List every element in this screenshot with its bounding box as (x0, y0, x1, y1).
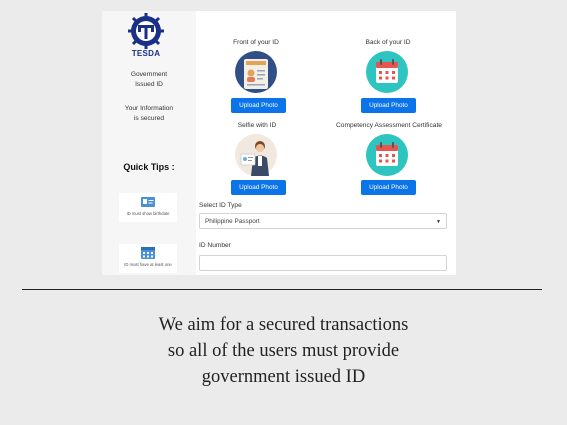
upload-front-button[interactable]: Upload Photo (231, 98, 286, 113)
secure-line2: is secured (133, 115, 165, 122)
sidebar: TESDA Government Issued ID Your Informat… (102, 11, 196, 275)
caption-line-3: government issued ID (201, 367, 366, 387)
tip-card-birthdate: ID must show birthdate (119, 193, 177, 222)
gov-id-text: Government Issued ID (106, 70, 192, 90)
id-type-select[interactable]: Philippine Passport ▼ (199, 213, 447, 229)
id-card-icon (235, 51, 277, 93)
secure-text: Your Information is secured (106, 104, 192, 124)
certificate-label: Competency Assessment Certificate (336, 122, 442, 129)
tip-card-validity: ID must have at least one (119, 244, 177, 273)
upload-back-button[interactable]: Upload Photo (361, 98, 416, 113)
chevron-down-icon: ▼ (436, 219, 441, 225)
back-id-label: Back of your ID (365, 39, 411, 46)
caption-line-1: We aim for a secured transactions (158, 315, 409, 335)
upload-certificate-button[interactable]: Upload Photo (361, 180, 416, 195)
front-id-label: Front of your ID (233, 39, 279, 46)
id-card-icon (141, 197, 155, 207)
upload-selfie-button[interactable]: Upload Photo (231, 180, 286, 195)
calendar-icon (141, 247, 155, 259)
tip-caption: ID must have at least one (124, 262, 172, 267)
calendar-icon (366, 134, 408, 176)
screenshot-panel: TESDA Government Issued ID Your Informat… (102, 11, 456, 275)
id-number-input[interactable] (199, 255, 447, 271)
selfie-icon (235, 134, 277, 176)
quick-tips-heading: Quick Tips : (123, 162, 175, 172)
id-number-label: ID Number (199, 242, 231, 249)
selfie-label: Selfie with ID (237, 122, 277, 129)
divider (22, 289, 542, 290)
calendar-icon (366, 51, 408, 93)
caption-line-2: so all of the users must provide (167, 341, 400, 361)
caption: We aim for a secured transactions so all… (0, 312, 567, 390)
secure-line1: Your Information (124, 105, 174, 112)
logo-text: TESDA (131, 49, 161, 58)
id-type-value: Philippine Passport (205, 218, 260, 225)
gov-id-line2: Issued ID (135, 81, 163, 88)
select-id-type-label: Select ID Type (199, 202, 242, 209)
tip-caption: ID must show birthdate (126, 211, 170, 216)
gov-id-line1: Government (130, 71, 168, 78)
